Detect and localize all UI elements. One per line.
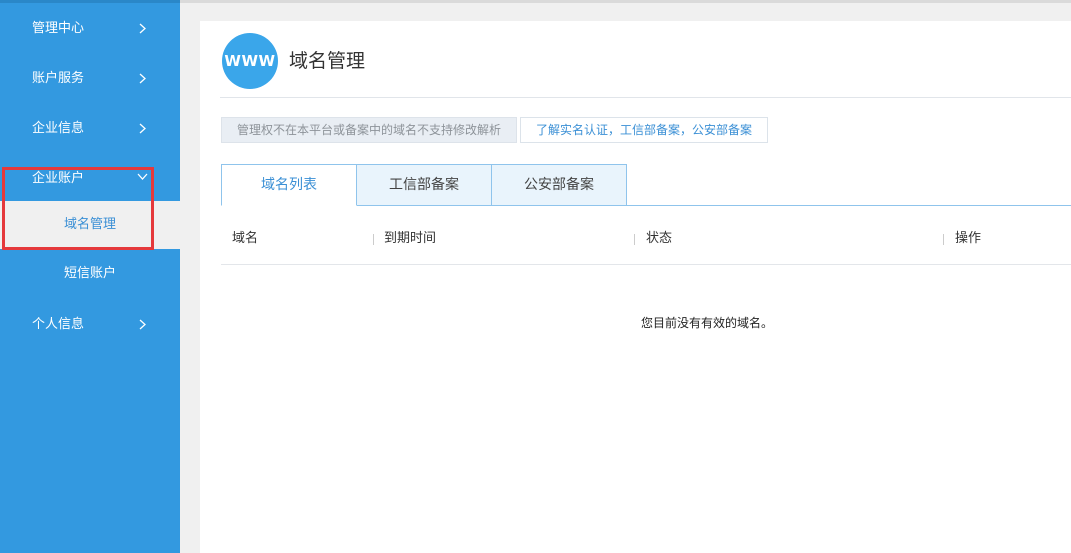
chevron-right-icon (139, 73, 146, 84)
sidebar-subitem-label: 域名管理 (63, 217, 116, 232)
sidebar-item-label: 企业信息 (32, 121, 85, 136)
title-divider (220, 97, 1071, 98)
www-globe-icon: WWW (222, 33, 278, 89)
sidebar-item-label: 管理中心 (32, 21, 85, 36)
sidebar-subitem-sms-account[interactable]: 短信账户 (0, 250, 180, 298)
sidebar: 管理中心 账户服务 企业信息 企业账户 域名管理 短信账户 个人信息 (0, 0, 180, 553)
column-separator (373, 234, 374, 245)
tab-police-filing[interactable]: 公安部备案 (491, 164, 627, 206)
table-header: 域名 到期时间 状态 操作 (221, 219, 1071, 264)
table-header-divider (221, 264, 1071, 265)
tab-miit-filing[interactable]: 工信部备案 (356, 164, 492, 206)
sidebar-item-label: 账户服务 (32, 71, 85, 86)
sidebar-item-management-center[interactable]: 管理中心 (0, 4, 180, 53)
sidebar-item-personal-info[interactable]: 个人信息 (0, 300, 180, 349)
column-header-status: 状态 (646, 231, 673, 246)
empty-state-message: 您目前没有有效的域名。 (640, 316, 773, 330)
chevron-right-icon (139, 123, 146, 134)
sidebar-item-label: 个人信息 (32, 317, 85, 332)
column-header-expiry: 到期时间 (384, 231, 437, 246)
tab-domain-list[interactable]: 域名列表 (221, 164, 357, 206)
sidebar-subitem-label: 短信账户 (63, 266, 116, 281)
sidebar-item-account-services[interactable]: 账户服务 (0, 54, 180, 103)
chevron-right-icon (139, 23, 146, 34)
chevron-right-icon (139, 319, 146, 330)
column-header-domain: 域名 (232, 231, 259, 246)
sidebar-subitem-domain-management[interactable]: 域名管理 (0, 201, 180, 249)
chevron-down-icon (137, 173, 148, 180)
page-title: 域名管理 (289, 50, 366, 72)
sidebar-item-label: 企业账户 (32, 171, 85, 186)
column-separator (943, 234, 944, 245)
column-separator (634, 234, 635, 245)
main-panel: WWW 域名管理 管理权不在本平台或备案中的域名不支持修改解析 了解实名认证，工… (200, 21, 1071, 553)
top-border (180, 0, 1071, 3)
sidebar-item-enterprise-account[interactable]: 企业账户 (0, 154, 180, 203)
column-header-actions: 操作 (955, 231, 982, 246)
sidebar-item-enterprise-info[interactable]: 企业信息 (0, 104, 180, 153)
verification-info-link[interactable]: 了解实名认证，工信部备案，公安部备案 (520, 117, 768, 143)
info-notice: 管理权不在本平台或备案中的域名不支持修改解析 (221, 117, 517, 143)
